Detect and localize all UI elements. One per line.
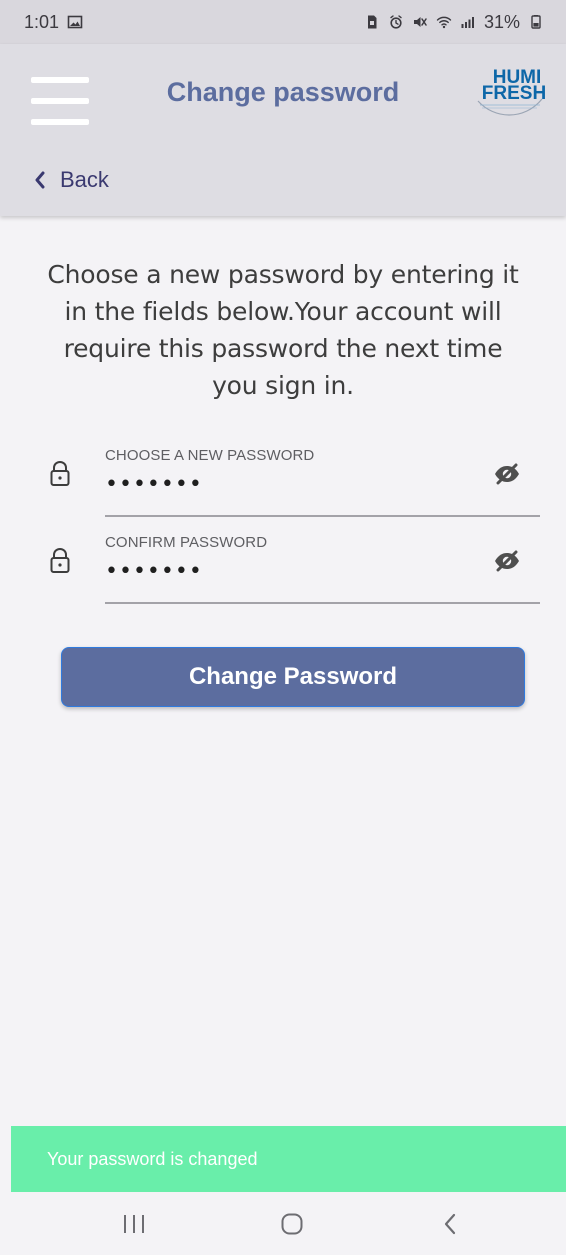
chevron-left-icon bbox=[34, 171, 46, 189]
home-icon bbox=[281, 1213, 303, 1235]
navigation-bar bbox=[0, 1192, 566, 1255]
gallery-icon bbox=[67, 14, 83, 30]
new-password-field-group: CHOOSE A NEW PASSWORD bbox=[40, 441, 540, 525]
back-icon bbox=[444, 1213, 456, 1235]
wifi-icon bbox=[436, 14, 452, 30]
signal-icon bbox=[460, 14, 476, 30]
back-label: Back bbox=[60, 167, 109, 192]
logo-bottom-text: FRESH bbox=[482, 83, 546, 104]
battery-percentage: 31% bbox=[483, 11, 520, 32]
screen: 1:01 31% Change password HUMI FRESH Back… bbox=[0, 0, 566, 1255]
battery-icon bbox=[528, 14, 544, 30]
eye-off-icon[interactable] bbox=[492, 546, 522, 576]
home-button[interactable] bbox=[272, 1204, 312, 1244]
new-password-underline bbox=[105, 515, 540, 517]
status-time: 1:01 bbox=[24, 11, 60, 32]
back-button[interactable]: Back bbox=[34, 158, 109, 202]
change-password-button[interactable]: Change Password bbox=[61, 647, 525, 707]
status-left: 1:01 bbox=[24, 12, 83, 33]
brand-logo: HUMI FRESH bbox=[470, 61, 548, 125]
menu-button[interactable] bbox=[31, 77, 89, 125]
confirm-password-underline bbox=[105, 602, 540, 604]
success-toast: Your password is changed bbox=[11, 1126, 566, 1192]
alarm-icon bbox=[388, 14, 404, 30]
toast-message: Your password is changed bbox=[47, 1148, 258, 1169]
eye-off-icon[interactable] bbox=[492, 459, 522, 489]
status-bar: 1:01 31% bbox=[0, 0, 566, 44]
hamburger-icon-line bbox=[31, 77, 89, 83]
status-right: 31% bbox=[364, 12, 544, 33]
confirm-password-field-group: CONFIRM PASSWORD bbox=[40, 528, 540, 612]
sim-icon bbox=[364, 14, 380, 30]
back-nav-button[interactable] bbox=[431, 1204, 471, 1244]
recent-apps-button[interactable] bbox=[114, 1204, 154, 1244]
app-bar: Change password HUMI FRESH Back bbox=[0, 44, 566, 216]
instruction-text: Choose a new password by entering it in … bbox=[47, 260, 519, 400]
mute-icon bbox=[412, 14, 428, 30]
new-password-input[interactable] bbox=[105, 470, 470, 498]
confirm-password-label: CONFIRM PASSWORD bbox=[105, 534, 268, 551]
hamburger-icon-line bbox=[31, 119, 89, 125]
recent-apps-icon bbox=[124, 1215, 144, 1233]
hamburger-icon-line bbox=[31, 98, 89, 104]
lock-icon bbox=[48, 546, 72, 576]
new-password-label: CHOOSE A NEW PASSWORD bbox=[105, 447, 315, 464]
confirm-password-input[interactable] bbox=[105, 557, 470, 585]
lock-icon bbox=[48, 459, 72, 489]
